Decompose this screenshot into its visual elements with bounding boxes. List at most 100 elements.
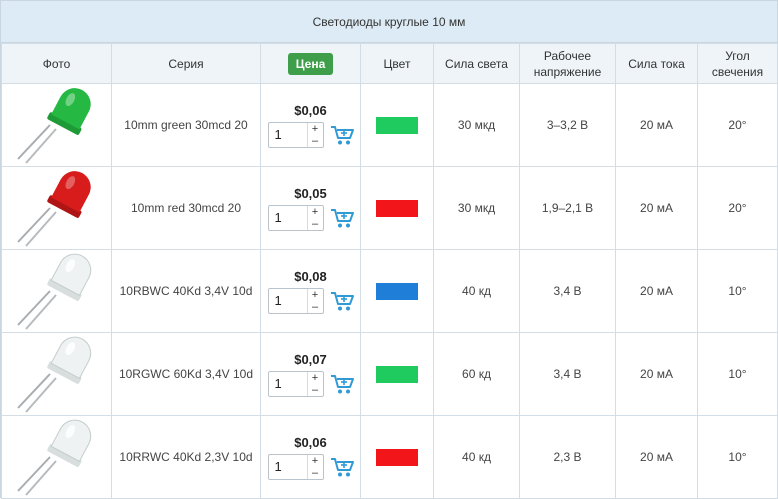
table-row: 10RRWC 40Kd 2,3V 10d $0,06 + – [1, 415, 778, 499]
col-angle[interactable]: Угол свечения [697, 43, 778, 84]
table-title: Светодиоды круглые 10 мм [1, 1, 777, 43]
table-row: 10RBWC 40Kd 3,4V 10d $0,08 + – [1, 249, 778, 333]
luminous-cell: 40 кд [433, 415, 520, 499]
increment-button[interactable]: + [308, 123, 323, 135]
series-cell: 10mm red 30mcd 20 [111, 166, 261, 250]
price-value: $0,06 [294, 102, 327, 118]
color-cell [360, 332, 434, 416]
quantity-input[interactable] [268, 205, 307, 230]
series-cell: 10RRWC 40Kd 2,3V 10d [111, 415, 261, 499]
led-table: Фото Серия Цена Цвет Сила света Рабочее … [1, 43, 778, 499]
photo-cell [1, 415, 112, 499]
price-cell: $0,08 + – [260, 249, 361, 333]
col-series[interactable]: Серия [111, 43, 261, 84]
stepper-buttons: + – [306, 122, 323, 147]
shopping-cart-icon[interactable] [330, 124, 354, 146]
col-photo: Фото [1, 43, 112, 84]
quantity-stepper: + – [267, 204, 324, 231]
table-row: 10mm green 30mcd 20 $0,06 + – [1, 83, 778, 167]
increment-button[interactable]: + [308, 372, 323, 384]
increment-button[interactable]: + [308, 455, 323, 467]
table-header-row: Фото Серия Цена Цвет Сила света Рабочее … [1, 43, 778, 84]
decrement-button[interactable]: – [308, 218, 323, 230]
series-cell: 10RGWC 60Kd 3,4V 10d [111, 332, 261, 416]
color-swatch [376, 282, 418, 300]
shopping-cart-icon[interactable] [330, 290, 354, 312]
col-voltage-label: Рабочее напряжение [533, 48, 602, 79]
col-current[interactable]: Сила тока [615, 43, 698, 84]
angle-cell: 20° [697, 83, 778, 167]
series-cell: 10RBWC 40Kd 3,4V 10d [111, 249, 261, 333]
price-value: $0,07 [294, 351, 327, 367]
price-cell: $0,06 + – [260, 415, 361, 499]
quantity-input[interactable] [268, 371, 307, 396]
decrement-button[interactable]: – [308, 467, 323, 479]
color-swatch [376, 199, 418, 217]
photo-cell [1, 249, 112, 333]
col-angle-label: Угол свечения [711, 48, 764, 79]
current-cell: 20 мА [615, 83, 698, 167]
decrement-button[interactable]: – [308, 384, 323, 396]
price-sort-badge[interactable]: Цена [287, 52, 334, 75]
quantity-stepper: + – [267, 121, 324, 148]
price-value: $0,08 [294, 268, 327, 284]
price-cell: $0,05 + – [260, 166, 361, 250]
current-cell: 20 мА [615, 166, 698, 250]
col-color[interactable]: Цвет [360, 43, 434, 84]
angle-cell: 20° [697, 166, 778, 250]
col-voltage[interactable]: Рабочее напряжение [519, 43, 616, 84]
luminous-cell: 30 мкд [433, 166, 520, 250]
shopping-cart-icon[interactable] [330, 456, 354, 478]
color-swatch [376, 365, 418, 383]
quantity-row: + – [261, 287, 360, 314]
luminous-cell: 30 мкд [433, 83, 520, 167]
shopping-cart-icon[interactable] [330, 373, 354, 395]
quantity-stepper: + – [267, 453, 324, 480]
photo-cell [1, 332, 112, 416]
color-cell [360, 83, 434, 167]
led-photo[interactable] [12, 334, 102, 414]
price-value: $0,06 [294, 434, 327, 450]
voltage-cell: 3–3,2 В [519, 83, 616, 167]
quantity-stepper: + – [267, 370, 324, 397]
quantity-input[interactable] [268, 454, 307, 479]
shopping-cart-icon[interactable] [330, 207, 354, 229]
led-table-widget: Светодиоды круглые 10 мм Фото Серия Цена… [0, 0, 778, 499]
decrement-button[interactable]: – [308, 135, 323, 147]
color-swatch [376, 448, 418, 466]
col-price[interactable]: Цена [260, 43, 361, 84]
voltage-cell: 3,4 В [519, 332, 616, 416]
stepper-buttons: + – [306, 288, 323, 313]
table-row: 10RGWC 60Kd 3,4V 10d $0,07 + – [1, 332, 778, 416]
angle-cell: 10° [697, 332, 778, 416]
led-photo[interactable] [12, 168, 102, 248]
luminous-cell: 60 кд [433, 332, 520, 416]
increment-button[interactable]: + [308, 289, 323, 301]
increment-button[interactable]: + [308, 206, 323, 218]
decrement-button[interactable]: – [308, 301, 323, 313]
led-photo[interactable] [12, 417, 102, 497]
price-cell: $0,06 + – [260, 83, 361, 167]
price-cell: $0,07 + – [260, 332, 361, 416]
led-photo[interactable] [12, 251, 102, 331]
angle-cell: 10° [697, 415, 778, 499]
photo-cell [1, 166, 112, 250]
color-swatch [376, 116, 418, 134]
table-row: 10mm red 30mcd 20 $0,05 + – [1, 166, 778, 250]
stepper-buttons: + – [306, 205, 323, 230]
quantity-row: + – [261, 204, 360, 231]
col-luminous[interactable]: Сила света [433, 43, 520, 84]
stepper-buttons: + – [306, 371, 323, 396]
color-cell [360, 249, 434, 333]
voltage-cell: 3,4 В [519, 249, 616, 333]
led-photo[interactable] [12, 85, 102, 165]
color-cell [360, 166, 434, 250]
color-cell [360, 415, 434, 499]
current-cell: 20 мА [615, 249, 698, 333]
quantity-input[interactable] [268, 122, 307, 147]
quantity-stepper: + – [267, 287, 324, 314]
quantity-input[interactable] [268, 288, 307, 313]
current-cell: 20 мА [615, 415, 698, 499]
price-value: $0,05 [294, 185, 327, 201]
quantity-row: + – [261, 453, 360, 480]
